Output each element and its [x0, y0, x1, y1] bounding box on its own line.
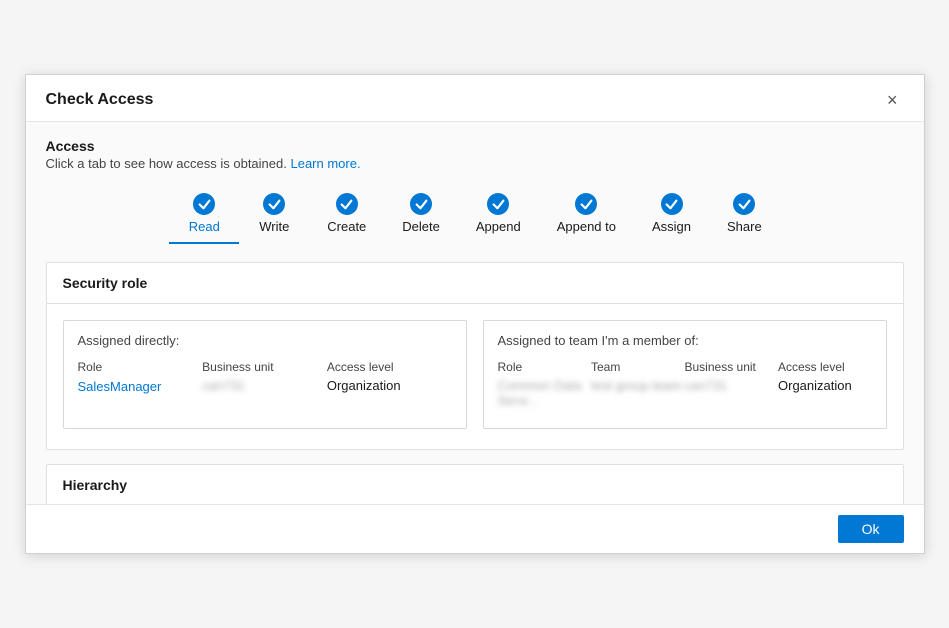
team-bu-cell: can731 [685, 378, 779, 408]
direct-header-row: Role Business unit Access level [78, 360, 452, 374]
tab-check-assign [661, 193, 683, 215]
tab-check-append [487, 193, 509, 215]
team-header-row: Role Team Business unit Access level [498, 360, 872, 374]
team-col-team: Team [591, 360, 685, 374]
tab-label-share: Share [727, 219, 762, 234]
direct-role-part2[interactable]: Manager [110, 379, 161, 394]
tabs-row: Read Write Create Delete [46, 187, 904, 244]
team-team-cell: test group team [591, 378, 685, 408]
assigned-team-box: Assigned to team I'm a member of: Role T… [483, 320, 887, 429]
direct-bu-cell: can731 [202, 378, 327, 394]
team-role-cell: Common Data Servi... [498, 378, 592, 408]
learn-more-link[interactable]: Learn more. [290, 156, 360, 171]
check-access-dialog: Check Access × Access Click a tab to see… [25, 74, 925, 554]
tab-label-write: Write [259, 219, 289, 234]
direct-role-part1[interactable]: Sales [78, 379, 111, 394]
security-role-title: Security role [47, 263, 903, 304]
tab-share[interactable]: Share [709, 187, 780, 244]
dialog-header: Check Access × [26, 75, 924, 122]
tab-label-append-to: Append to [557, 219, 616, 234]
team-col-bu: Business unit [685, 360, 779, 374]
access-heading: Access [46, 138, 904, 154]
tab-read[interactable]: Read [169, 187, 239, 244]
security-role-content: Assigned directly: Role Business unit Ac… [47, 304, 903, 449]
close-button[interactable]: × [881, 89, 904, 111]
tab-check-read [193, 193, 215, 215]
tab-delete[interactable]: Delete [384, 187, 458, 244]
team-access-cell: Organization [778, 378, 872, 408]
tab-label-append: Append [476, 219, 521, 234]
hierarchy-title: Hierarchy [47, 465, 903, 505]
tab-label-delete: Delete [402, 219, 440, 234]
direct-table: Role Business unit Access level SalesMan… [78, 360, 452, 394]
team-data-row: Common Data Servi... test group team can… [498, 378, 872, 408]
direct-col-role: Role [78, 360, 203, 374]
assigned-directly-box: Assigned directly: Role Business unit Ac… [63, 320, 467, 429]
tab-check-delete [410, 193, 432, 215]
tab-append[interactable]: Append [458, 187, 539, 244]
direct-role-cell: SalesManager [78, 378, 203, 394]
team-table: Role Team Business unit Access level Com… [498, 360, 872, 408]
direct-access-cell: Organization [327, 378, 452, 394]
direct-col-access: Access level [327, 360, 452, 374]
dialog-footer: Ok [26, 504, 924, 553]
tab-append-to[interactable]: Append to [539, 187, 634, 244]
team-col-role: Role [498, 360, 592, 374]
hierarchy-section: Hierarchy [46, 464, 904, 506]
security-role-section: Security role Assigned directly: Role Bu… [46, 262, 904, 450]
direct-col-bu: Business unit [202, 360, 327, 374]
tab-write[interactable]: Write [239, 187, 309, 244]
access-subtext: Click a tab to see how access is obtaine… [46, 156, 904, 171]
tab-assign[interactable]: Assign [634, 187, 709, 244]
tab-check-write [263, 193, 285, 215]
assigned-team-label: Assigned to team I'm a member of: [498, 333, 872, 348]
assigned-directly-label: Assigned directly: [78, 333, 452, 348]
tab-label-read: Read [189, 219, 220, 234]
direct-data-row: SalesManager can731 Organization [78, 378, 452, 394]
tab-label-create: Create [327, 219, 366, 234]
tab-label-assign: Assign [652, 219, 691, 234]
team-col-access: Access level [778, 360, 872, 374]
ok-button[interactable]: Ok [838, 515, 904, 543]
dialog-title: Check Access [46, 91, 154, 109]
tab-check-create [336, 193, 358, 215]
tab-create[interactable]: Create [309, 187, 384, 244]
tab-check-share [733, 193, 755, 215]
dialog-body: Access Click a tab to see how access is … [26, 122, 924, 552]
tab-check-append-to [575, 193, 597, 215]
